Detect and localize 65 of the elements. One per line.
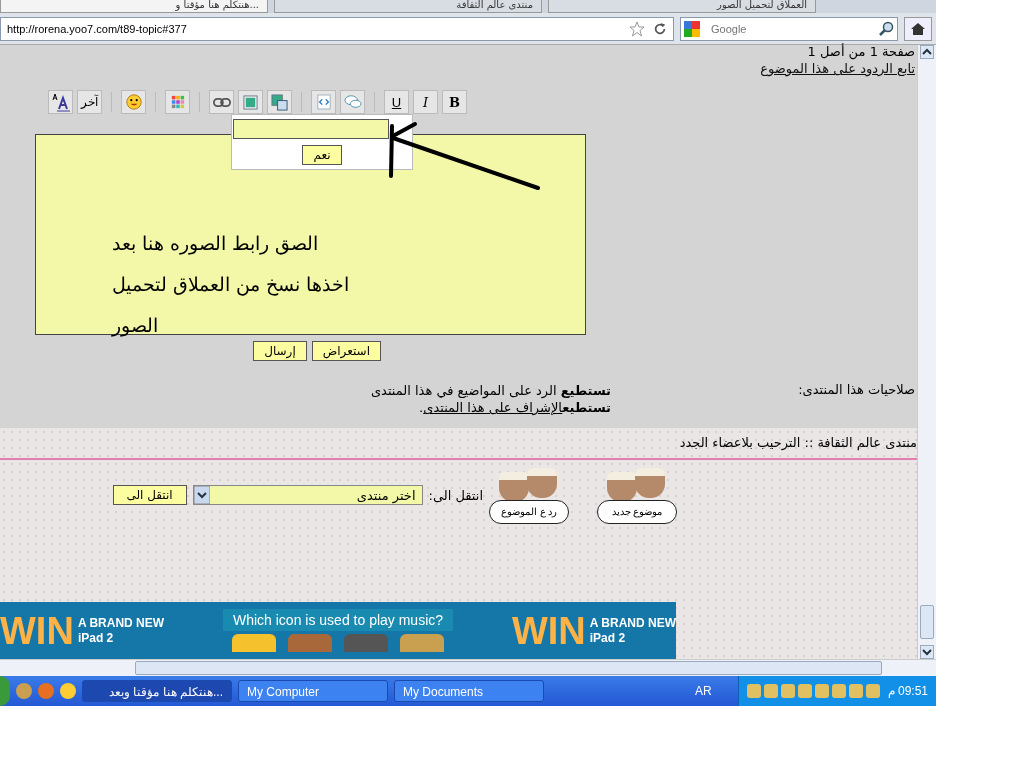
taskbar-button[interactable]: My Computer <box>238 680 388 702</box>
forum-select[interactable]: اختر منتدى <box>192 485 423 505</box>
clock: 09:51 م <box>887 684 928 698</box>
font-color-icon <box>50 92 71 112</box>
browser-tab[interactable]: ...هنتكلم هنا مؤقتا و <box>0 0 268 13</box>
font-color-button[interactable] <box>48 90 73 114</box>
search-icon[interactable] <box>878 20 894 37</box>
go-button[interactable]: انتقل الى <box>112 485 187 505</box>
permission-text: تستطيع الرد على المواضيع في هذا المنتدى <box>370 382 611 399</box>
watch-topic-link[interactable]: تابع الردود على هذا الموضوع <box>760 61 915 76</box>
quote-button[interactable] <box>340 90 365 114</box>
browser-tab[interactable]: منتدى عالم الثقافة <box>274 0 542 13</box>
code-button[interactable] <box>311 90 336 114</box>
confirm-button[interactable]: نعم <box>302 145 342 165</box>
ad-win-text: WIN <box>0 610 74 651</box>
url-text: http://rorena.yoo7.com/t89-topic#377 <box>7 22 188 35</box>
images-icon <box>271 93 288 111</box>
browser-tab[interactable]: العملاق لتحميل الصور <box>548 0 816 13</box>
link-button[interactable] <box>209 90 234 114</box>
home-button[interactable] <box>904 16 932 41</box>
ad-question: Which icon is used to play music? <box>222 609 454 631</box>
google-logo-icon <box>684 20 700 37</box>
underline-button[interactable]: U <box>384 90 409 114</box>
upload-button[interactable] <box>267 90 292 114</box>
image-url-field[interactable] <box>233 119 389 139</box>
ad-tagline: A BRAND NEW iPad 2 <box>589 615 676 646</box>
ad-tagline: A BRAND NEW iPad 2 <box>77 615 165 646</box>
bold-button[interactable]: B <box>442 90 467 114</box>
pagination-text: صفحة 1 من أصل 1 <box>807 45 915 59</box>
italic-button[interactable]: I <box>413 90 438 114</box>
editor-text-line: اخذها نسخ من العملاق لتحميل <box>111 272 349 298</box>
home-icon <box>910 20 926 37</box>
text-button[interactable]: آخر <box>77 90 102 114</box>
palette-icon <box>170 95 185 109</box>
address-bar[interactable]: http://rorena.yoo7.com/t89-topic#377 <box>0 16 674 41</box>
new-topic-button[interactable]: موضوع جديد <box>597 466 679 524</box>
palette-button[interactable] <box>165 90 190 114</box>
star-icon[interactable] <box>629 20 645 37</box>
jump-label: انتقل الى: <box>428 487 483 503</box>
breadcrumb: منتدى عالم الثقافة :: الترحيب بلاعضاء الجدد <box>678 435 917 450</box>
start-button[interactable] <box>0 676 10 706</box>
search-field[interactable]: Google <box>680 16 898 41</box>
link-icon <box>212 96 231 108</box>
scroll-up-icon[interactable] <box>920 45 934 59</box>
reload-icon[interactable] <box>653 21 667 36</box>
taskbar-button[interactable]: ...هنتكلم هنا مؤقتا وبعد <box>82 680 232 702</box>
dropdown-arrow-icon[interactable] <box>193 486 210 504</box>
send-button[interactable]: إرسال <box>253 341 307 361</box>
image-icon <box>243 94 258 110</box>
scroll-down-icon[interactable] <box>920 645 934 659</box>
permission-text: تستطيعالإشراف على هذا المنتدى. <box>418 399 611 416</box>
reply-button[interactable]: رد ع الموضوع <box>489 466 571 524</box>
code-icon <box>316 94 331 110</box>
horizontal-scrollbar[interactable] <box>0 659 936 676</box>
language-indicator[interactable]: AR <box>694 684 712 698</box>
preview-button[interactable]: استعراض <box>311 341 381 361</box>
speech-bubbles-icon <box>343 94 362 110</box>
vertical-scrollbar[interactable] <box>917 45 936 659</box>
scroll-thumb[interactable] <box>920 605 934 639</box>
editor-text-line: الصق رابط الصوره هنا بعد <box>111 231 318 257</box>
ad-win-text: WIN <box>511 610 586 651</box>
permissions-label: صلاحيات هذا المنتدى: <box>797 382 915 399</box>
taskbar-button[interactable]: My Documents <box>394 680 544 702</box>
smiley-button[interactable] <box>121 90 146 114</box>
moderate-link[interactable]: الإشراف على هذا المنتدى <box>423 400 563 415</box>
